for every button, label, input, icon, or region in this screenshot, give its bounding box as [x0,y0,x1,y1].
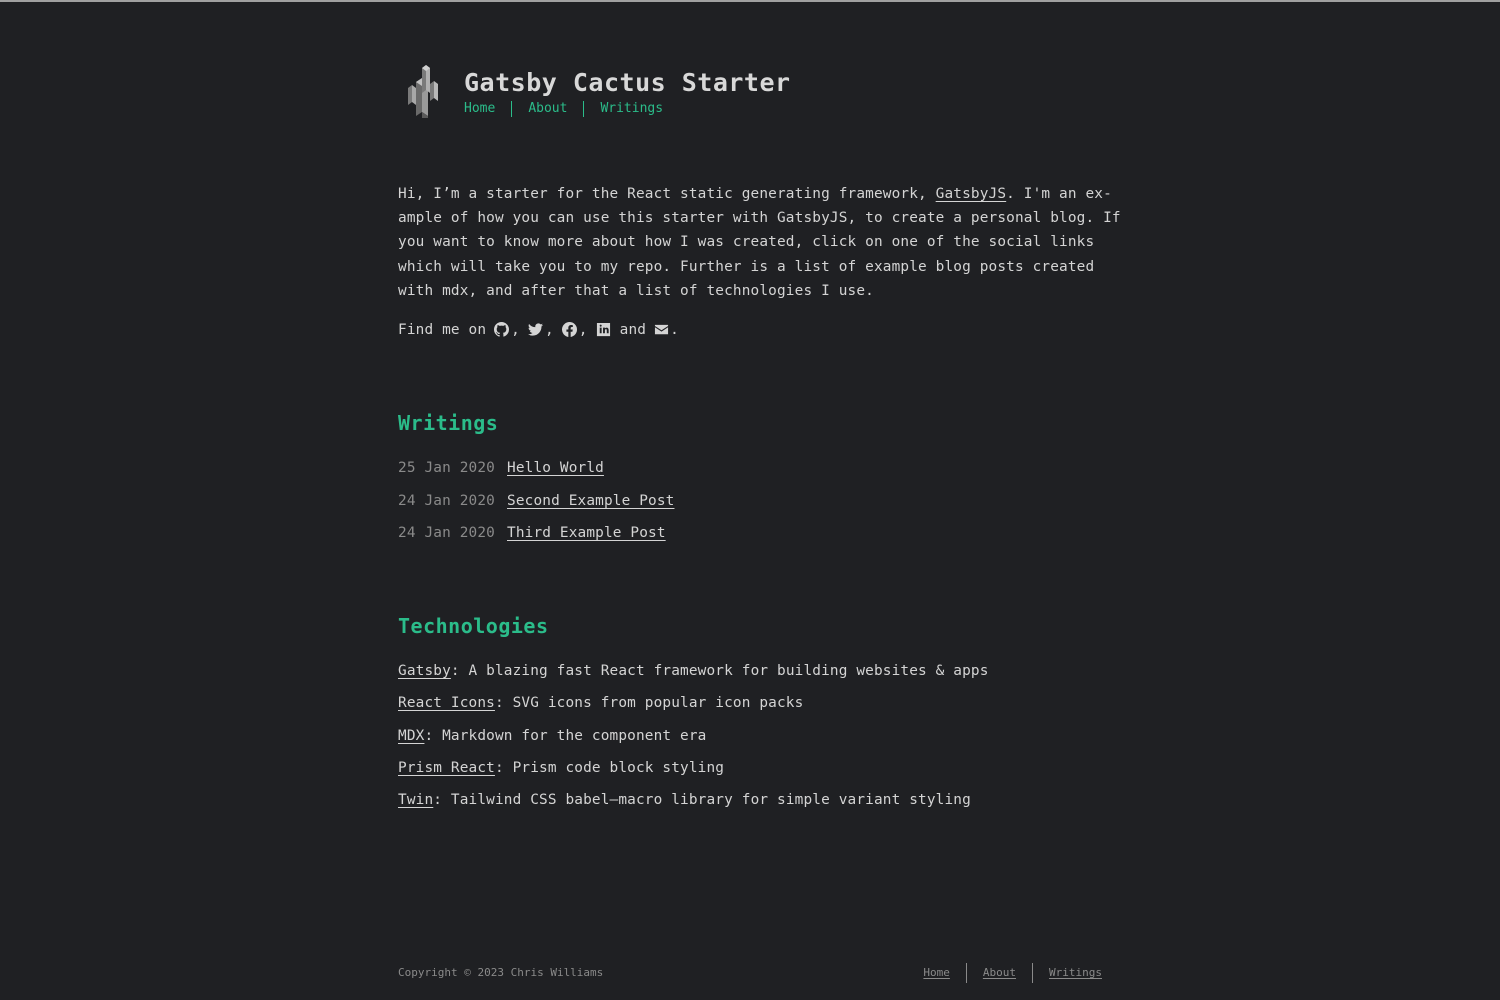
intro-line: Hi, I’m a starter for the React static g… [398,182,1112,206]
post-list-item: 24 Jan 2020 Second Example Post [398,489,674,522]
technology-link[interactable]: React Icons [398,695,495,711]
cactus-logo-icon [408,65,438,118]
page-container: Gatsby Cactus Starter Home About Writing… [398,0,1121,1000]
technology-link[interactable]: MDX [398,728,424,744]
find-me-label: Find me on [398,322,487,338]
nav-link-about[interactable]: About [511,101,583,117]
footer-link-about[interactable]: About [965,963,1032,983]
social-links: Find me on , , , and . [398,318,679,342]
technology-description: : Tailwind CSS babel—macro library for s… [433,792,971,809]
comma: , [578,322,588,338]
intro-line: ample of how you can use this starter wi… [398,210,1121,227]
intro-text: Hi, I’m a starter for the React static g… [398,186,936,202]
technology-item: MDX: Markdown for the component era [398,724,989,756]
intro-paragraph: Hi, I’m a starter for the React static g… [398,182,1121,303]
github-icon[interactable] [494,321,510,337]
linkedin-icon[interactable] [596,322,611,337]
technology-description: : Prism code block styling [494,759,725,776]
intro-line: you want to know more about how I was cr… [398,234,1095,251]
main-nav: Home About Writings [464,101,679,117]
technology-link[interactable]: Gatsby [398,663,451,679]
site-header: Gatsby Cactus Starter Home About Writing… [398,64,1102,124]
intro-text: . I'm an ex- [1006,186,1112,202]
comma: , [544,322,554,338]
footer-link-writings[interactable]: Writings [1032,963,1102,983]
period: . [670,322,679,338]
technologies-heading: Technologies [398,614,549,638]
and-label: and [619,322,647,338]
gatsbyjs-link[interactable]: GatsbyJS [936,186,1007,202]
footer-nav: Home About Writings [907,963,1102,983]
post-date: 25 Jan 2020 [398,460,495,476]
footer-link-home[interactable]: Home [907,963,966,983]
site-title[interactable]: Gatsby Cactus Starter [464,68,791,97]
technology-description: : SVG icons from popular icon packs [494,695,804,712]
post-link[interactable]: Third Example Post [507,525,666,541]
cactus-logo[interactable] [406,64,440,118]
technology-item: React Icons: SVG icons from popular icon… [398,691,989,723]
nav-link-writings[interactable]: Writings [583,101,679,117]
technology-description: : Markdown for the component era [424,727,707,744]
technology-item: Twin: Tailwind CSS babel—macro library f… [398,788,989,820]
intro-line: which will take you to my repo. Further … [398,258,1095,275]
post-list: 25 Jan 2020 Hello World 24 Jan 2020 Second… [398,456,674,554]
nav-link-home[interactable]: Home [464,101,511,117]
post-list-item: 24 Jan 2020 Third Example Post [398,521,674,554]
copyright: Copyright © 2023 Chris Williams [398,966,604,979]
twitter-icon[interactable] [527,322,543,337]
comma: , [511,322,520,338]
facebook-icon[interactable] [561,321,577,337]
post-link[interactable]: Second Example Post [507,493,674,509]
technology-link[interactable]: Prism React [398,760,495,776]
technology-item: Gatsby: A blazing fast React framework f… [398,659,989,691]
mail-icon[interactable] [654,322,669,337]
intro-line: with mdx, and after that a list of techn… [398,282,874,299]
site-footer: Copyright © 2023 Chris Williams Home Abo… [398,963,1102,985]
post-date: 24 Jan 2020 [398,525,495,541]
technology-list: Gatsby: A blazing fast React framework f… [398,659,989,820]
technology-link[interactable]: Twin [398,792,433,808]
technology-description: : A blazing fast React framework for bui… [450,663,989,679]
writings-heading: Writings [398,411,499,435]
post-list-item: 25 Jan 2020 Hello World [398,456,674,489]
technology-item: Prism React: Prism code block styling [398,756,989,788]
post-date: 24 Jan 2020 [398,492,495,509]
post-link[interactable]: Hello World [507,460,604,476]
